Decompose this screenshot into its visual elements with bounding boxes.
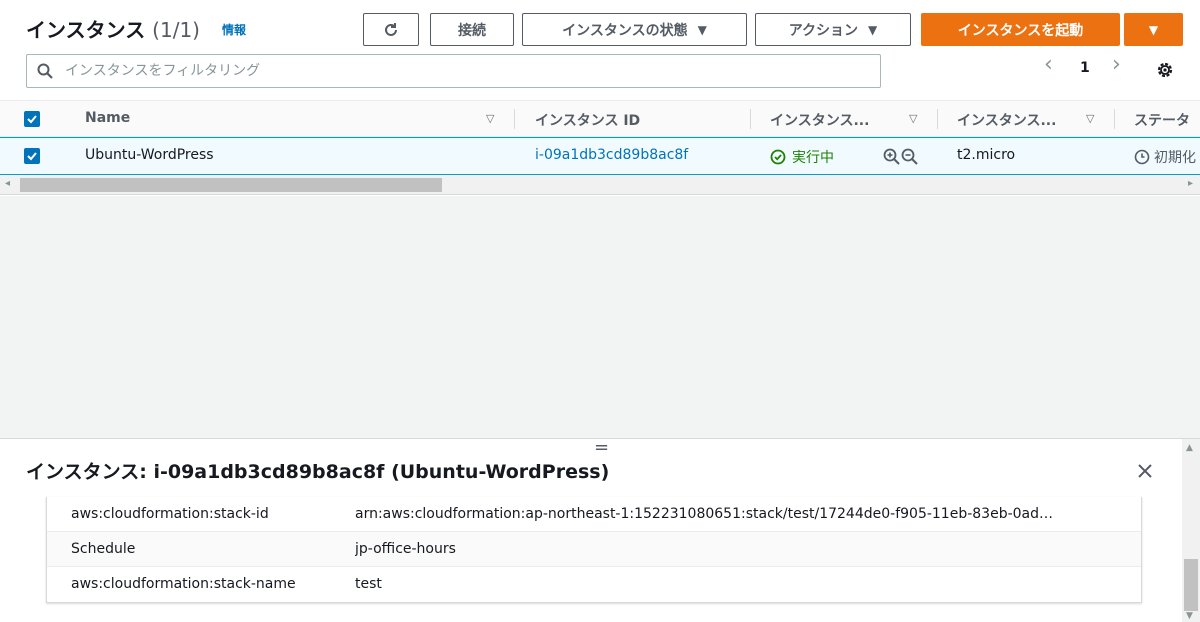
column-header-instance-type[interactable]: インスタンス...	[957, 110, 1056, 130]
row-checkbox[interactable]	[24, 148, 40, 164]
column-divider[interactable]	[1114, 109, 1115, 129]
filter-input[interactable]	[65, 59, 865, 83]
caret-down-icon: ▼	[697, 22, 707, 37]
instance-state-label: インスタンスの状態	[562, 22, 688, 39]
scroll-right-icon[interactable]: ▸	[1188, 178, 1193, 189]
select-all-checkbox[interactable]	[24, 111, 40, 127]
tag-key: aws:cloudformation:stack-id	[71, 506, 269, 522]
refresh-button[interactable]	[363, 13, 419, 46]
column-divider[interactable]	[514, 109, 515, 129]
caret-down-icon: ▼	[1148, 22, 1159, 37]
scrollbar-thumb[interactable]	[1184, 559, 1198, 611]
gear-icon[interactable]	[1155, 60, 1175, 80]
zoom-in-icon[interactable]	[883, 148, 900, 165]
pagination-current-page[interactable]: 1	[1080, 60, 1090, 76]
cell-instance-id-link[interactable]: i-09a1db3cd89b8ac8f	[535, 147, 688, 163]
sort-icon[interactable]: ▽	[486, 112, 494, 125]
status-text: 初期化	[1154, 150, 1196, 166]
vertical-scrollbar[interactable]: ▲ ▼	[1182, 439, 1200, 622]
close-icon[interactable]	[1136, 462, 1154, 480]
page-header: インスタンス (1/1) 情報 接続 インスタンスの状態 ▼ アクション ▼ イ…	[0, 0, 1200, 52]
column-header-status[interactable]: ステータ	[1134, 110, 1190, 130]
launch-instance-label: インスタンスを起動	[957, 22, 1084, 39]
launch-instance-dropdown[interactable]: ▼	[1124, 13, 1183, 46]
table-row: aws:cloudformation:stack-id arn:aws:clou…	[47, 497, 1141, 532]
table-row[interactable]: Ubuntu-WordPress i-09a1db3cd89b8ac8f 実行中…	[0, 137, 1200, 175]
tag-value: jp-office-hours	[355, 541, 456, 557]
column-divider[interactable]	[937, 109, 938, 129]
column-header-name[interactable]: Name	[85, 110, 130, 126]
empty-area	[0, 196, 1200, 438]
cell-name: Ubuntu-WordPress	[85, 147, 214, 163]
scroll-down-icon[interactable]: ▼	[1186, 611, 1193, 621]
scroll-up-icon[interactable]: ▲	[1186, 443, 1193, 453]
filter-box	[26, 54, 881, 88]
instance-count: (1/1)	[152, 18, 200, 42]
scrollbar-thumb[interactable]	[20, 178, 442, 192]
pagination-next-button[interactable]: ›	[1112, 52, 1121, 77]
pagination-prev-button[interactable]: ‹	[1044, 52, 1053, 77]
clock-icon	[1134, 149, 1150, 165]
tag-key: Schedule	[71, 541, 136, 557]
check-circle-icon	[770, 149, 786, 165]
launch-instance-button[interactable]: インスタンスを起動	[921, 13, 1120, 46]
table-row: Schedule jp-office-hours	[47, 532, 1141, 567]
check-icon	[27, 115, 37, 124]
actions-button[interactable]: アクション ▼	[755, 13, 911, 46]
cell-status: 初期化	[1134, 147, 1196, 167]
horizontal-scrollbar[interactable]: ◂ ▸	[0, 175, 1200, 195]
tag-key: aws:cloudformation:stack-name	[71, 576, 296, 592]
instance-state-text: 実行中	[792, 150, 834, 166]
refresh-icon	[385, 22, 397, 36]
connect-button[interactable]: 接続	[430, 13, 514, 46]
actions-label: アクション	[788, 22, 859, 39]
column-divider[interactable]	[750, 109, 751, 129]
table-header: Name ▽ インスタンス ID インスタンス... ▽ インスタンス... ▽…	[0, 100, 1200, 137]
sort-icon[interactable]: ▽	[909, 112, 917, 125]
check-icon	[27, 152, 37, 161]
cell-instance-state: 実行中	[770, 147, 834, 167]
search-icon	[37, 63, 53, 79]
page-title: インスタンス (1/1)	[26, 14, 200, 43]
instance-detail-panel: = インスタンス: i-09a1db3cd89b8ac8f (Ubuntu-Wo…	[0, 438, 1200, 622]
page-title-text: インスタンス	[26, 18, 146, 42]
connect-button-label: 接続	[458, 22, 486, 39]
column-header-instance-id[interactable]: インスタンス ID	[535, 110, 640, 130]
info-link[interactable]: 情報	[222, 21, 246, 38]
scroll-left-icon[interactable]: ◂	[5, 178, 10, 189]
caret-down-icon: ▼	[868, 22, 878, 37]
zoom-out-icon[interactable]	[901, 148, 918, 165]
sort-icon[interactable]: ▽	[1086, 112, 1094, 125]
tag-value: arn:aws:cloudformation:ap-northeast-1:15…	[355, 506, 1054, 522]
detail-title: インスタンス: i-09a1db3cd89b8ac8f (Ubuntu-Word…	[26, 461, 610, 483]
drag-handle-icon[interactable]: =	[594, 439, 609, 457]
column-header-instance-state[interactable]: インスタンス...	[770, 110, 869, 130]
instance-state-button[interactable]: インスタンスの状態 ▼	[522, 13, 747, 46]
tag-value: test	[355, 576, 382, 592]
table-row: aws:cloudformation:stack-name test	[47, 567, 1141, 602]
tags-table: aws:cloudformation:stack-id arn:aws:clou…	[46, 497, 1142, 603]
cell-instance-type: t2.micro	[957, 147, 1016, 163]
